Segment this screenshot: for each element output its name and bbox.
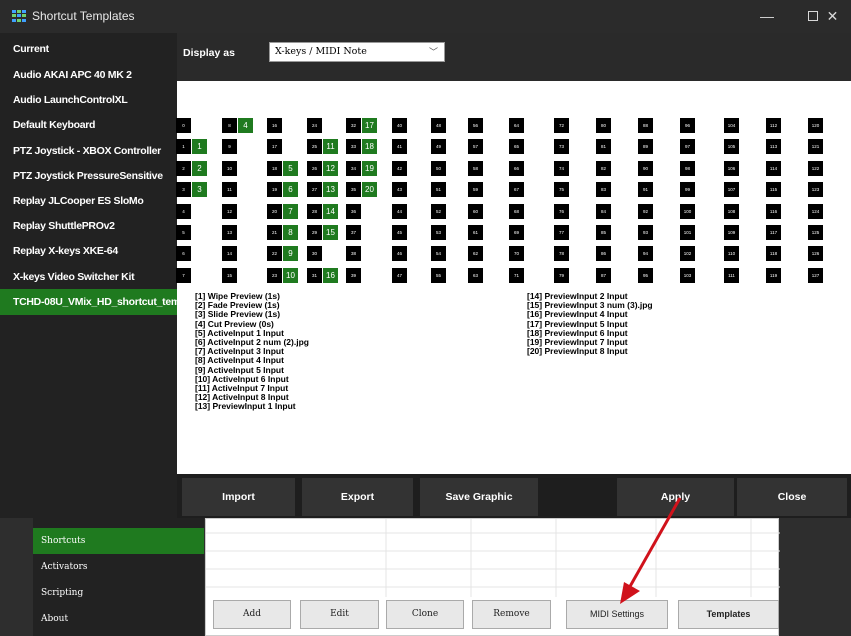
red-arrow-annotation [620, 497, 682, 604]
